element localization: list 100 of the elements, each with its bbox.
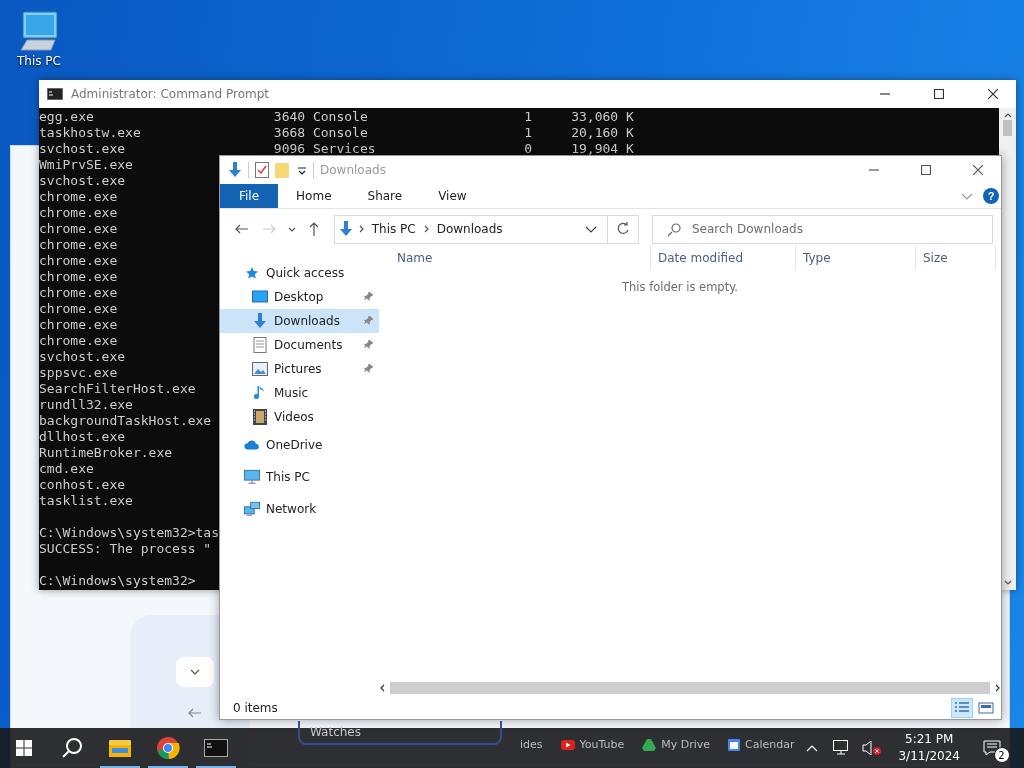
ribbon-tab[interactable]: Share (349, 184, 421, 208)
console-line: chrome.exe (39, 269, 118, 285)
empty-folder-message: This folder is empty. (622, 280, 738, 294)
download-arrow-icon (253, 313, 267, 329)
navigation-item[interactable]: Videos (220, 405, 379, 429)
console-icon (204, 739, 228, 757)
checklist-icon (255, 162, 269, 178)
console-line: SUCCESS: The process " (39, 541, 212, 557)
watches-button[interactable]: Watches (298, 721, 502, 745)
chevron-up-icon (806, 744, 819, 752)
navigation-item-label: Downloads (274, 314, 340, 328)
column-header[interactable]: Date modified (651, 246, 796, 270)
item-count: 0 items (233, 700, 278, 715)
console-line: cmd.exe (39, 461, 94, 477)
clock[interactable]: 5:21 PM 3/11/2024 (890, 731, 968, 765)
refresh-icon (615, 222, 630, 236)
column-header[interactable]: Name (379, 246, 651, 270)
network-icon (244, 501, 260, 517)
navigation-item-label: OneDrive (266, 438, 323, 452)
console-line: chrome.exe (39, 285, 118, 301)
notification-count: 2 (993, 747, 1010, 763)
ribbon-tab[interactable]: Home (278, 184, 350, 208)
chevron-right-icon (423, 225, 429, 233)
console-line: chrome.exe (39, 333, 118, 349)
navigation-item-label: Desktop (274, 290, 324, 304)
caret-down-icon (297, 165, 307, 175)
column-header[interactable]: Size (916, 246, 996, 270)
bookmark-link[interactable]: ides (520, 738, 543, 751)
console-line: WmiPrvSE.exe (39, 157, 133, 173)
browser-icon (156, 736, 180, 760)
search-icon (62, 738, 82, 758)
console-line: svchost.exe (39, 349, 126, 365)
expand-ribbon-button[interactable] (961, 192, 973, 200)
search-field[interactable]: Search Downloads (652, 214, 993, 244)
back-arrow-icon (234, 224, 249, 234)
console-line: chrome.exe (39, 205, 118, 221)
folder-icon (275, 162, 291, 178)
film-icon (253, 409, 267, 425)
computer-icon (17, 10, 61, 52)
notifications-button[interactable]: 2 (974, 728, 1018, 768)
navigation-item-label: Quick access (266, 266, 345, 280)
monitor-icon (244, 469, 260, 485)
properties-button[interactable] (255, 162, 269, 178)
scroll-down-icon (1003, 580, 1012, 586)
forward-arrow-icon (262, 224, 277, 234)
bookmark-link[interactable]: My Drive (661, 738, 711, 751)
console-line: chrome.exe (39, 221, 118, 237)
navigation-item[interactable]: Quick access (220, 261, 379, 285)
up-arrow-icon (309, 221, 320, 237)
ribbon-tab[interactable]: File (220, 184, 279, 208)
chevron-down-icon (190, 668, 200, 676)
chevron-down-icon (287, 226, 296, 232)
cloud-icon (244, 439, 260, 451)
column-header[interactable]: Type (796, 246, 916, 270)
navigation-item[interactable]: Desktop (220, 285, 379, 309)
clock-time: 5:21 PM (905, 731, 954, 748)
windows-logo-icon (16, 740, 32, 756)
console-line: chrome.exe (39, 317, 118, 333)
window-title: Administrator: Command Prompt (71, 87, 270, 101)
navigation-item[interactable]: Documents (220, 333, 379, 357)
console-line: C:\Windows\system32>tas (39, 525, 219, 541)
address-bar[interactable]: This PC Downloads (333, 214, 608, 244)
navigation-item[interactable]: This PC (220, 461, 379, 493)
chevron-down-icon (584, 225, 597, 233)
navigation-item-label: Documents (274, 338, 343, 352)
navigation-item-label: Pictures (274, 362, 322, 376)
refresh-button[interactable] (607, 214, 639, 244)
console-line: RuntimeBroker.exe (39, 445, 173, 461)
console-line: svchost.exe 9096 Services 0 19,904 K (39, 141, 634, 157)
console-icon (47, 88, 63, 100)
folder-icon (109, 739, 131, 757)
search-icon (667, 222, 681, 237)
customize-toolbar-button[interactable] (297, 165, 307, 175)
triangle-icon (642, 738, 657, 751)
maximize-icon (921, 165, 931, 175)
help-button[interactable]: ? (983, 188, 999, 204)
details-view-icon (954, 700, 970, 715)
navigation-item[interactable]: Network (220, 493, 379, 525)
navigation-item[interactable]: Music (220, 381, 379, 405)
navigation-item[interactable]: OneDrive (220, 429, 379, 461)
downloads-icon (338, 221, 353, 237)
navigation-item-label: This PC (266, 470, 310, 484)
console-line: C:\Windows\system32> (39, 573, 196, 589)
scrollbar-thumb[interactable] (1003, 120, 1012, 136)
bookmark-link[interactable]: YouTube (579, 738, 625, 751)
breadcrumb-item[interactable]: This PC (371, 222, 416, 236)
console-line: rundll32.exe (39, 397, 133, 413)
horizontal-scrollbar[interactable] (379, 680, 1001, 696)
navigation-item[interactable]: Pictures (220, 357, 379, 381)
downloads-icon (228, 162, 242, 178)
bookmark-link[interactable]: Calendar (745, 738, 795, 751)
desktop-icon-label[interactable]: This PC (17, 54, 61, 68)
view-button[interactable] (951, 697, 973, 718)
ribbon-tab[interactable]: View (420, 184, 485, 208)
scroll-up-icon (1003, 112, 1012, 118)
console-line: chrome.exe (39, 189, 118, 205)
breadcrumb-item[interactable]: Downloads (436, 222, 503, 236)
navigation-item[interactable]: Downloads (220, 309, 379, 333)
window-title: Downloads (320, 163, 387, 177)
console-line: taskhostw.exe 3668 Console 1 20,160 K (39, 125, 634, 141)
